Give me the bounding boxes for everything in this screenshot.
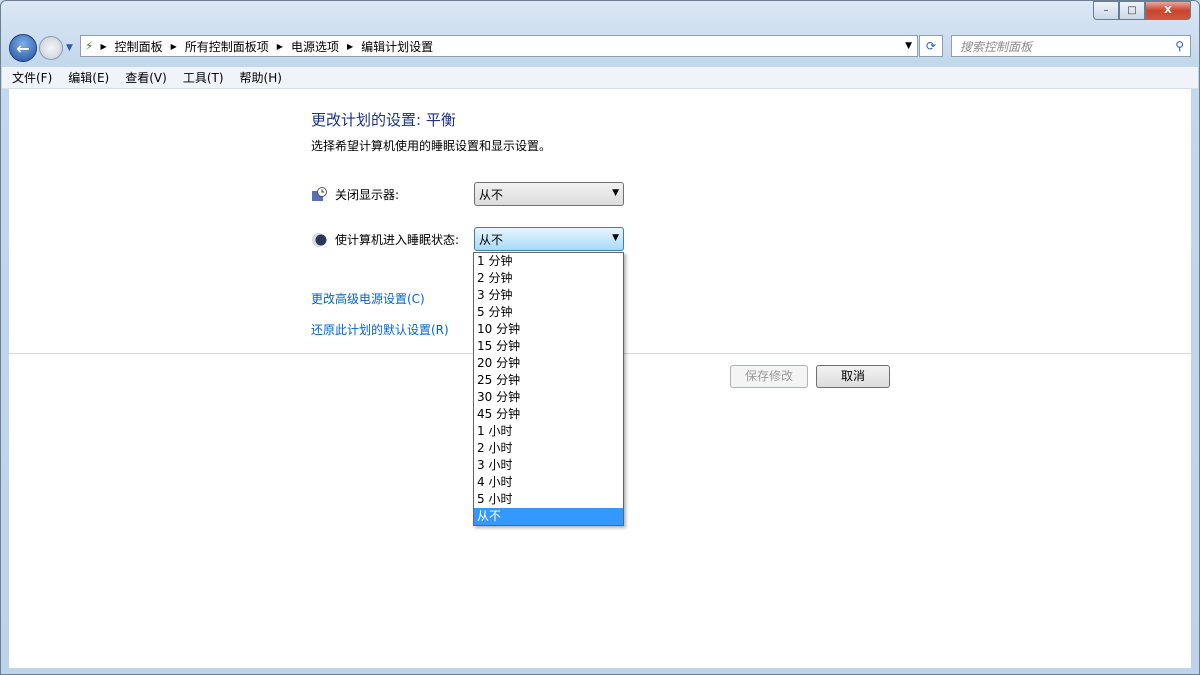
chevron-down-icon: ▼	[612, 231, 619, 247]
dropdown-option[interactable]: 25 分钟	[474, 372, 623, 389]
dropdown-option[interactable]: 30 分钟	[474, 389, 623, 406]
breadcrumb-arrow-icon[interactable]: ▶	[274, 42, 286, 51]
dropdown-option[interactable]: 15 分钟	[474, 338, 623, 355]
close-button[interactable]: X	[1145, 1, 1191, 20]
refresh-button[interactable]: ⟳	[919, 35, 943, 57]
breadcrumb-arrow-icon[interactable]: ▶	[168, 42, 180, 51]
address-dropdown-icon[interactable]: ▼	[905, 41, 912, 51]
dropdown-option[interactable]: 4 小时	[474, 474, 623, 491]
display-off-select[interactable]: 从不 ▼	[474, 182, 624, 206]
advanced-power-settings-link[interactable]: 更改高级电源设置(C)	[311, 290, 425, 307]
display-off-value: 从不	[479, 186, 503, 202]
page-title: 更改计划的设置: 平衡	[311, 109, 456, 130]
save-button[interactable]: 保存修改	[730, 365, 808, 388]
search-placeholder: 搜索控制面板	[960, 38, 1032, 55]
dropdown-option[interactable]: 45 分钟	[474, 406, 623, 423]
page-subtitle: 选择希望计算机使用的睡眠设置和显示设置。	[311, 137, 551, 154]
menu-bar: 文件(F) 编辑(E) 查看(V) 工具(T) 帮助(H)	[2, 67, 1198, 89]
dropdown-option[interactable]: 1 小时	[474, 423, 623, 440]
chevron-down-icon: ▼	[612, 186, 619, 202]
dropdown-option[interactable]: 2 小时	[474, 440, 623, 457]
power-options-icon: ⚡	[81, 39, 97, 53]
dropdown-option[interactable]: 20 分钟	[474, 355, 623, 372]
sleep-select[interactable]: 从不 ▼	[474, 227, 624, 251]
breadcrumb-power-options[interactable]: 电源选项	[286, 38, 344, 55]
search-icon[interactable]: ⚲	[1175, 39, 1184, 53]
breadcrumb-arrow-icon[interactable]: ▶	[97, 42, 109, 51]
menu-edit[interactable]: 编辑(E)	[68, 69, 109, 86]
restore-defaults-link[interactable]: 还原此计划的默认设置(R)	[311, 321, 449, 338]
dropdown-option[interactable]: 10 分钟	[474, 321, 623, 338]
sleep-dropdown-list: 1 分钟2 分钟3 分钟5 分钟10 分钟15 分钟20 分钟25 分钟30 分…	[473, 252, 624, 526]
display-off-label: 关闭显示器:	[335, 186, 399, 203]
sleep-value: 从不	[479, 231, 503, 247]
display-clock-icon	[311, 187, 327, 203]
address-bar[interactable]: ⚡ ▶ 控制面板 ▶ 所有控制面板项 ▶ 电源选项 ▶ 编辑计划设置 ▼	[80, 35, 918, 57]
search-input[interactable]: 搜索控制面板 ⚲	[951, 35, 1191, 57]
sleep-label: 使计算机进入睡眠状态:	[335, 231, 459, 248]
breadcrumb-control-panel[interactable]: 控制面板	[110, 38, 168, 55]
dropdown-option[interactable]: 1 分钟	[474, 253, 623, 270]
breadcrumb-arrow-icon[interactable]: ▶	[344, 42, 356, 51]
menu-help[interactable]: 帮助(H)	[240, 69, 282, 86]
menu-tools[interactable]: 工具(T)	[183, 69, 224, 86]
dropdown-option[interactable]: 5 分钟	[474, 304, 623, 321]
dropdown-option[interactable]: 从不	[474, 508, 623, 525]
menu-view[interactable]: 查看(V)	[125, 69, 167, 86]
dropdown-option[interactable]: 3 分钟	[474, 287, 623, 304]
forward-button[interactable]	[39, 36, 63, 60]
minimize-button[interactable]: –	[1093, 1, 1119, 20]
recent-pages-dropdown[interactable]: ▼	[66, 43, 73, 53]
breadcrumb-edit-plan[interactable]: 编辑计划设置	[356, 38, 438, 55]
dropdown-option[interactable]: 5 小时	[474, 491, 623, 508]
dropdown-option[interactable]: 3 小时	[474, 457, 623, 474]
dropdown-option[interactable]: 2 分钟	[474, 270, 623, 287]
cancel-button[interactable]: 取消	[816, 365, 890, 388]
back-button[interactable]: ←	[9, 34, 37, 62]
breadcrumb-all-items[interactable]: 所有控制面板项	[180, 38, 274, 55]
menu-file[interactable]: 文件(F)	[12, 69, 52, 86]
maximize-button[interactable]: □	[1119, 1, 1145, 20]
sleep-moon-icon	[311, 232, 327, 248]
